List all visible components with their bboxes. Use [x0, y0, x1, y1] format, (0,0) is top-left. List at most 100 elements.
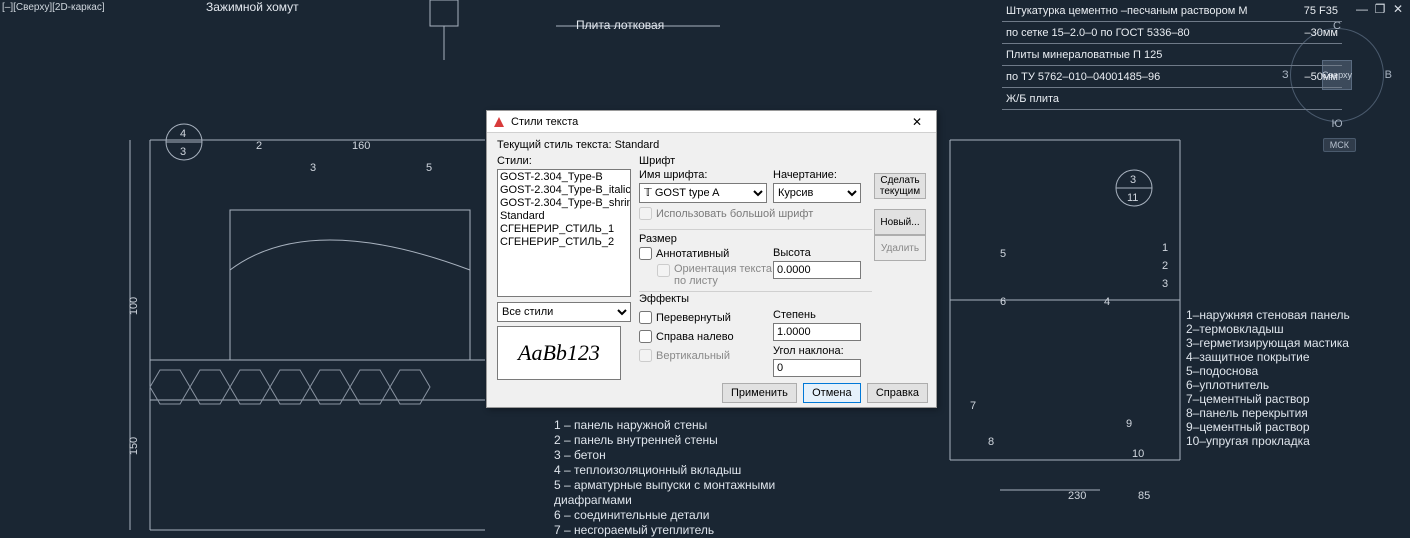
ref-3: 3	[180, 146, 186, 158]
window-controls: — ❐ ✕	[1350, 0, 1410, 18]
height-label: Высота	[773, 247, 811, 259]
dim-150: 150	[128, 437, 140, 455]
styles-label: Стили:	[497, 155, 532, 167]
ref-3b: 3	[1130, 174, 1136, 186]
style-item[interactable]: GOST-2.304_Type-B	[500, 171, 628, 184]
style-item[interactable]: СГЕНЕРИР_СТИЛЬ_1	[500, 223, 628, 236]
bigfont-checkbox: Использовать большой шрифт	[639, 207, 813, 220]
rtl-checkbox-input[interactable]	[639, 330, 652, 343]
legend-row: 5 – арматурные выпуски с монтажными	[554, 478, 775, 493]
dim-85: 85	[1138, 490, 1150, 502]
viewcube-east[interactable]: В	[1385, 69, 1392, 81]
viewcube-south[interactable]: Ю	[1331, 118, 1342, 130]
autocad-logo-icon	[493, 116, 505, 128]
apply-button[interactable]: Применить	[722, 383, 797, 403]
delete-style-button: Удалить	[874, 235, 926, 261]
leader-1: 1	[1162, 242, 1168, 254]
upside-down-checkbox-input[interactable]	[639, 311, 652, 324]
bigfont-checkbox-input	[639, 207, 652, 220]
new-style-button[interactable]: Новый...	[874, 209, 926, 235]
leader-3: 3	[1162, 278, 1168, 290]
dialog-footer: Применить Отмена Справка	[487, 379, 936, 407]
dim-5: 5	[426, 162, 432, 174]
legend-row: 10–упругая прокладка	[1186, 434, 1350, 448]
spec-table: Штукатурка цементно –песчаным раствором …	[1002, 0, 1342, 110]
legend-row: 7 – несгораемый утеплитель	[554, 523, 775, 538]
font-face-select[interactable]: Курсив	[773, 183, 861, 203]
leader-10: 10	[1132, 448, 1144, 460]
set-current-button[interactable]: Сделать текущим	[874, 173, 926, 199]
dim-160: 160	[352, 140, 370, 152]
annotative-checkbox-input[interactable]	[639, 247, 652, 260]
font-name-label: Имя шрифта:	[639, 169, 707, 181]
vertical-checkbox-input	[639, 349, 652, 362]
dialog-titlebar[interactable]: Стили текста ✕	[487, 111, 936, 133]
oblique-angle-label: Угол наклона:	[773, 345, 844, 357]
font-name-select[interactable]: 𝕋 GOST type A	[639, 183, 767, 203]
help-button[interactable]: Справка	[867, 383, 928, 403]
legend-row: 1 – панель наружной стены	[554, 418, 775, 433]
leader-9: 9	[1126, 418, 1132, 430]
height-input[interactable]	[773, 261, 861, 279]
font-face-label: Начертание:	[773, 169, 837, 181]
label-plate: Плита лотковая	[576, 18, 664, 32]
width-factor-input[interactable]	[773, 323, 861, 341]
legend-row: 1–наружняя стеновая панель	[1186, 308, 1350, 322]
dim-230: 230	[1068, 490, 1086, 502]
wcs-badge[interactable]: МСК	[1323, 138, 1356, 152]
minimize-button[interactable]: —	[1354, 2, 1370, 16]
style-preview: AaBb123	[497, 326, 621, 380]
legend-row: 3–герметизирующая мастика	[1186, 336, 1350, 350]
window-close-button[interactable]: ✕	[1390, 2, 1406, 16]
legend-row: 8–панель перекрытия	[1186, 406, 1350, 420]
legend-row: 7–цементный раствор	[1186, 392, 1350, 406]
current-style-label: Текущий стиль текста: Standard	[497, 139, 926, 151]
ref-4: 4	[180, 128, 186, 140]
dim-2: 2	[256, 140, 262, 152]
leader-8: 8	[988, 436, 994, 448]
maximize-button[interactable]: ❐	[1372, 2, 1388, 16]
legend-row: 4 – теплоизоляционный вкладыш	[554, 463, 775, 478]
legend-center: 1 – панель наружной стены 2 – панель вну…	[554, 418, 775, 538]
legend-row: 5–подоснова	[1186, 364, 1350, 378]
leader-5: 5	[1000, 248, 1006, 260]
style-item[interactable]: GOST-2.304_Type-B_italic	[500, 184, 628, 197]
orient-checkbox-input	[657, 264, 670, 277]
oblique-angle-input[interactable]	[773, 359, 861, 377]
legend-row: 2 – панель внутренней стены	[554, 433, 775, 448]
text-style-dialog: Стили текста ✕ Текущий стиль текста: Sta…	[486, 110, 937, 408]
cancel-button[interactable]: Отмена	[803, 383, 861, 403]
legend-row: 9–цементный раствор	[1186, 420, 1350, 434]
viewport-label[interactable]: [–][Сверху][2D-каркас]	[2, 2, 105, 13]
dim-3: 3	[310, 162, 316, 174]
size-group-label: Размер	[639, 233, 872, 245]
spec-row: по ТУ 5762–010–04001485–96–50мм	[1002, 66, 1342, 88]
legend-row: 4–защитное покрытие	[1186, 350, 1350, 364]
legend-row: 6 – соединительные детали	[554, 508, 775, 523]
leader-6: 6	[1000, 296, 1006, 308]
styles-listbox[interactable]: GOST-2.304_Type-B GOST-2.304_Type-B_ital…	[497, 169, 631, 297]
leader-4: 4	[1104, 296, 1110, 308]
spec-row: Штукатурка цементно –песчаным раствором …	[1002, 0, 1342, 22]
style-item[interactable]: СГЕНЕРИР_СТИЛЬ_2	[500, 236, 628, 249]
dim-100: 100	[128, 297, 140, 315]
spec-row: по сетке 15–2.0–0 по ГОСТ 5336–80–30мм	[1002, 22, 1342, 44]
leader-7: 7	[970, 400, 976, 412]
font-group-label: Шрифт	[639, 155, 872, 167]
leader-2: 2	[1162, 260, 1168, 272]
dialog-close-button[interactable]: ✕	[904, 112, 930, 132]
effects-group-label: Эффекты	[639, 293, 872, 305]
ref-11: 11	[1127, 192, 1138, 204]
style-item[interactable]: Standard	[500, 210, 628, 223]
style-item[interactable]: GOST-2.304_Type-B_shrink	[500, 197, 628, 210]
orient-checkbox: Ориентация текста по листу	[657, 263, 774, 287]
dialog-title: Стили текста	[511, 116, 898, 128]
legend-row: 2–термовкладыш	[1186, 322, 1350, 336]
style-filter-select[interactable]: Все стили	[497, 302, 631, 322]
legend-row: 6–уплотнитель	[1186, 378, 1350, 392]
legend-right: 1–наружняя стеновая панель 2–термовклады…	[1186, 308, 1350, 448]
label-clamp: Зажимной хомут	[206, 0, 299, 14]
annotative-checkbox[interactable]: Аннотативный	[639, 247, 729, 260]
legend-row: 3 – бетон	[554, 448, 775, 463]
spec-row: Ж/Б плита	[1002, 88, 1342, 110]
